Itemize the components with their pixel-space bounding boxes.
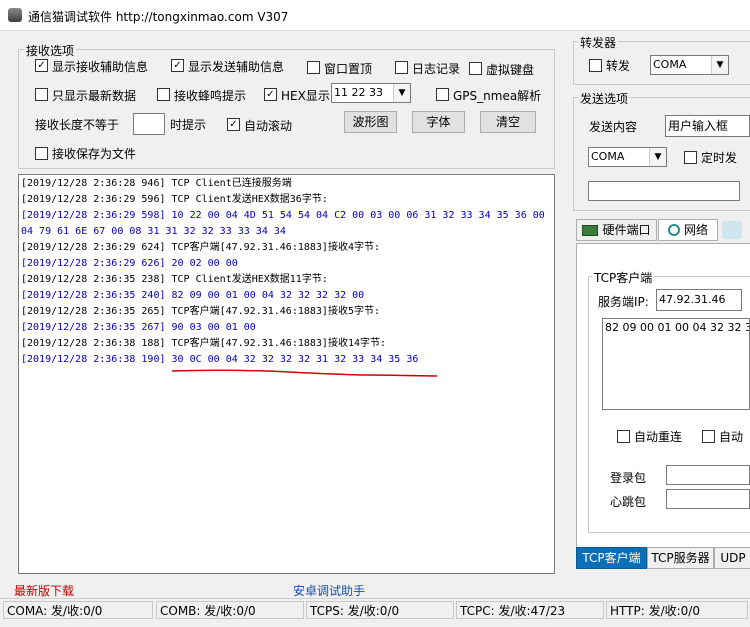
auto-other-checkbox[interactable] <box>702 430 715 443</box>
send-content-field[interactable]: 用户输入框 <box>665 115 750 137</box>
android-helper-link[interactable]: 安卓调试助手 <box>293 582 365 599</box>
login-packet-field[interactable] <box>666 465 750 485</box>
forward-port-value: COMA <box>653 58 687 71</box>
tcp-payload-field[interactable]: 82 09 00 01 00 04 32 32 32 3 <box>602 318 750 410</box>
heartbeat-label: 心跳包 <box>610 495 647 509</box>
auto-scroll-checkbox[interactable]: ✓ <box>227 118 240 131</box>
tab-udp[interactable]: UDP <box>714 547 750 569</box>
status-bar: COMA: 发/收:0/0 COMB: 发/收:0/0 TCPS: 发/收:0/… <box>0 598 750 627</box>
auto-reconnect-label: 自动重连 <box>634 430 683 444</box>
tab-tcp-client[interactable]: TCP客户端 <box>576 547 647 569</box>
beep-label: 接收蜂鸣提示 <box>174 89 247 103</box>
log-line: [2019/12/28 2:36:35 238] TCP Client发送HEX… <box>21 274 328 285</box>
send-input[interactable] <box>588 181 740 201</box>
red-underline-annotation <box>171 369 438 377</box>
log-line: [2019/12/28 2:36:35 267] 90 03 00 01 00 <box>21 322 256 333</box>
show-rx-info-label: 显示接收辅助信息 <box>52 60 149 74</box>
log-line: [2019/12/28 2:36:29 598] 10 22 00 04 4D … <box>21 210 545 221</box>
chevron-down-icon: ▼ <box>393 84 410 102</box>
log-line: [2019/12/28 2:36:35 265] TCP客户端[47.92.31… <box>21 306 380 317</box>
log-record-checkbox[interactable] <box>395 61 408 74</box>
tab-network-label: 网络 <box>683 223 708 237</box>
gps-parse-label: GPS_nmea解析 <box>453 89 542 103</box>
show-tx-info-label: 显示发送辅助信息 <box>188 60 285 74</box>
show-tx-info-checkbox[interactable]: ✓ <box>171 59 184 72</box>
log-line: 04 79 61 6E 67 00 08 31 31 32 32 33 33 3… <box>21 226 286 237</box>
auto-reconnect-checkbox[interactable] <box>617 430 630 443</box>
auto-other-label: 自动 <box>719 430 744 444</box>
save-to-file-checkbox[interactable] <box>35 147 48 160</box>
gps-parse-checkbox[interactable] <box>436 88 449 101</box>
save-to-file-label: 接收保存为文件 <box>52 147 137 161</box>
log-line: [2019/12/28 2:36:38 190] 30 0C 00 04 32 … <box>21 354 419 365</box>
tab-hardware-port[interactable]: 硬件端口 <box>576 219 657 241</box>
forward-checkbox[interactable] <box>589 59 602 72</box>
length-suffix-label: 时提示 <box>170 118 207 132</box>
beep-checkbox[interactable] <box>157 88 170 101</box>
network-icon <box>667 224 680 236</box>
login-label: 登录包 <box>610 471 647 485</box>
log-line: [2019/12/28 2:36:29 626] 20 02 00 00 <box>21 258 238 269</box>
receive-options-title: 接收选项 <box>24 42 77 59</box>
status-coma: COMA: 发/收:0/0 <box>3 601 153 619</box>
forward-port-combo[interactable]: COMA ▼ <box>650 55 729 75</box>
hex-display-checkbox[interactable]: ✓ <box>264 88 277 101</box>
log-record-label: 日志记录 <box>412 62 461 76</box>
auto-scroll-label: 自动滚动 <box>244 119 293 133</box>
hex-format-value: 11 22 33 <box>334 86 383 99</box>
status-comb: COMB: 发/收:0/0 <box>156 601 304 619</box>
show-rx-info-checkbox[interactable]: ✓ <box>35 59 48 72</box>
timed-send-label: 定时发 <box>701 151 738 165</box>
only-latest-label: 只显示最新数据 <box>52 89 137 103</box>
app-icon <box>8 8 22 22</box>
receive-log[interactable]: [2019/12/28 2:36:28 946] TCP Client已连接服务… <box>18 174 555 574</box>
log-line: [2019/12/28 2:36:38 188] TCP客户端[47.92.31… <box>21 338 387 349</box>
forward-label: 转发 <box>606 59 631 73</box>
server-ip-field[interactable]: 47.92.31.46 <box>656 289 742 311</box>
clear-button[interactable]: 清空 <box>480 111 536 133</box>
chevron-down-icon: ▼ <box>711 56 728 74</box>
window-top-checkbox[interactable] <box>307 61 320 74</box>
more-tabs-icon[interactable] <box>722 221 742 239</box>
log-line: [2019/12/28 2:36:28 946] TCP Client已连接服务… <box>21 178 292 189</box>
send-port-combo[interactable]: COMA ▼ <box>588 147 667 167</box>
hex-format-combo[interactable]: 11 22 33 ▼ <box>331 83 411 103</box>
tab-tcp-server[interactable]: TCP服务器 <box>647 547 714 569</box>
waveform-button[interactable]: 波形图 <box>344 111 397 133</box>
status-tcpc: TCPC: 发/收:47/23 <box>456 601 604 619</box>
send-options-title: 发送选项 <box>578 90 631 107</box>
log-line: [2019/12/28 2:36:29 624] TCP客户端[47.92.31… <box>21 242 380 253</box>
heartbeat-packet-field[interactable] <box>666 489 750 509</box>
tab-network[interactable]: 网络 <box>658 219 718 241</box>
timed-send-checkbox[interactable] <box>684 151 697 164</box>
hardware-icon <box>582 224 599 236</box>
virtual-keyboard-label: 虚拟键盘 <box>486 63 535 77</box>
length-label: 接收长度不等于 <box>35 118 120 132</box>
tcp-client-title: TCP客户端 <box>592 269 655 286</box>
window-title: 通信猫调试软件 http://tongxinmao.com V307 <box>28 10 289 24</box>
log-line: [2019/12/28 2:36:35 240] 82 09 00 01 00 … <box>21 290 365 301</box>
title-bar: 通信猫调试软件 http://tongxinmao.com V307 <box>0 0 750 31</box>
tab-hardware-port-label: 硬件端口 <box>602 223 651 237</box>
server-ip-label: 服务端IP: <box>598 295 649 309</box>
status-http: HTTP: 发/收:0/0 <box>606 601 748 619</box>
virtual-keyboard-checkbox[interactable] <box>469 62 482 75</box>
length-input[interactable] <box>133 113 165 135</box>
send-port-value: COMA <box>591 150 625 163</box>
window-top-label: 窗口置顶 <box>324 62 373 76</box>
send-content-label: 发送内容 <box>589 120 638 134</box>
forwarder-title: 转发器 <box>578 34 619 51</box>
status-tcps: TCPS: 发/收:0/0 <box>306 601 454 619</box>
font-button[interactable]: 字体 <box>412 111 465 133</box>
chevron-down-icon: ▼ <box>649 148 666 166</box>
download-link[interactable]: 最新版下载 <box>14 582 74 599</box>
only-latest-checkbox[interactable] <box>35 88 48 101</box>
hex-display-label: HEX显示 <box>281 89 330 103</box>
log-line: [2019/12/28 2:36:29 596] TCP Client发送HEX… <box>21 194 328 205</box>
